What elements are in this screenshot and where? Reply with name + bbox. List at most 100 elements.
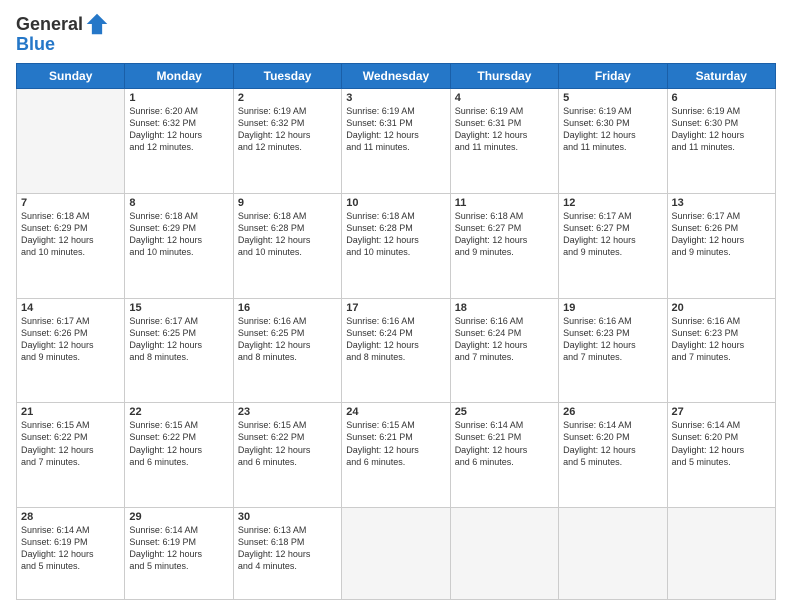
calendar-cell: 9Sunrise: 6:18 AM Sunset: 6:28 PM Daylig…	[233, 193, 341, 298]
day-info: Sunrise: 6:18 AM Sunset: 6:28 PM Dayligh…	[238, 210, 337, 259]
day-info: Sunrise: 6:16 AM Sunset: 6:24 PM Dayligh…	[455, 315, 554, 364]
day-number: 27	[672, 406, 771, 418]
calendar-cell: 4Sunrise: 6:19 AM Sunset: 6:31 PM Daylig…	[450, 89, 558, 194]
day-info: Sunrise: 6:16 AM Sunset: 6:24 PM Dayligh…	[346, 315, 445, 364]
logo-general: General	[16, 14, 83, 35]
day-info: Sunrise: 6:15 AM Sunset: 6:22 PM Dayligh…	[238, 419, 337, 468]
calendar-cell: 10Sunrise: 6:18 AM Sunset: 6:28 PM Dayli…	[342, 193, 450, 298]
day-number: 9	[238, 197, 337, 209]
day-number: 11	[455, 197, 554, 209]
day-number: 26	[563, 406, 662, 418]
weekday-header-sunday: Sunday	[17, 64, 125, 89]
calendar-cell: 21Sunrise: 6:15 AM Sunset: 6:22 PM Dayli…	[17, 403, 125, 508]
calendar-cell: 29Sunrise: 6:14 AM Sunset: 6:19 PM Dayli…	[125, 508, 233, 600]
calendar-table: SundayMondayTuesdayWednesdayThursdayFrid…	[16, 63, 776, 600]
week-row-1: 1Sunrise: 6:20 AM Sunset: 6:32 PM Daylig…	[17, 89, 776, 194]
calendar-cell: 8Sunrise: 6:18 AM Sunset: 6:29 PM Daylig…	[125, 193, 233, 298]
logo-icon	[85, 12, 109, 36]
calendar-cell: 23Sunrise: 6:15 AM Sunset: 6:22 PM Dayli…	[233, 403, 341, 508]
day-info: Sunrise: 6:16 AM Sunset: 6:23 PM Dayligh…	[672, 315, 771, 364]
day-number: 30	[238, 511, 337, 523]
day-info: Sunrise: 6:17 AM Sunset: 6:26 PM Dayligh…	[21, 315, 120, 364]
day-info: Sunrise: 6:16 AM Sunset: 6:25 PM Dayligh…	[238, 315, 337, 364]
day-number: 14	[21, 302, 120, 314]
day-info: Sunrise: 6:15 AM Sunset: 6:22 PM Dayligh…	[21, 419, 120, 468]
day-number: 16	[238, 302, 337, 314]
logo: General Blue	[16, 12, 109, 55]
calendar-cell: 22Sunrise: 6:15 AM Sunset: 6:22 PM Dayli…	[125, 403, 233, 508]
calendar-cell: 24Sunrise: 6:15 AM Sunset: 6:21 PM Dayli…	[342, 403, 450, 508]
day-number: 28	[21, 511, 120, 523]
day-number: 8	[129, 197, 228, 209]
day-number: 18	[455, 302, 554, 314]
day-info: Sunrise: 6:14 AM Sunset: 6:19 PM Dayligh…	[129, 524, 228, 573]
day-info: Sunrise: 6:14 AM Sunset: 6:19 PM Dayligh…	[21, 524, 120, 573]
day-number: 5	[563, 92, 662, 104]
logo-blue: Blue	[16, 34, 109, 55]
day-info: Sunrise: 6:19 AM Sunset: 6:31 PM Dayligh…	[346, 105, 445, 154]
week-row-4: 21Sunrise: 6:15 AM Sunset: 6:22 PM Dayli…	[17, 403, 776, 508]
calendar-cell: 27Sunrise: 6:14 AM Sunset: 6:20 PM Dayli…	[667, 403, 775, 508]
calendar-cell: 25Sunrise: 6:14 AM Sunset: 6:21 PM Dayli…	[450, 403, 558, 508]
day-number: 24	[346, 406, 445, 418]
weekday-header-row: SundayMondayTuesdayWednesdayThursdayFrid…	[17, 64, 776, 89]
calendar-cell: 11Sunrise: 6:18 AM Sunset: 6:27 PM Dayli…	[450, 193, 558, 298]
day-number: 6	[672, 92, 771, 104]
calendar-cell	[17, 89, 125, 194]
day-info: Sunrise: 6:15 AM Sunset: 6:22 PM Dayligh…	[129, 419, 228, 468]
weekday-header-saturday: Saturday	[667, 64, 775, 89]
day-info: Sunrise: 6:18 AM Sunset: 6:28 PM Dayligh…	[346, 210, 445, 259]
calendar-cell: 20Sunrise: 6:16 AM Sunset: 6:23 PM Dayli…	[667, 298, 775, 403]
day-info: Sunrise: 6:19 AM Sunset: 6:32 PM Dayligh…	[238, 105, 337, 154]
calendar-cell: 3Sunrise: 6:19 AM Sunset: 6:31 PM Daylig…	[342, 89, 450, 194]
day-number: 2	[238, 92, 337, 104]
weekday-header-monday: Monday	[125, 64, 233, 89]
calendar-cell: 18Sunrise: 6:16 AM Sunset: 6:24 PM Dayli…	[450, 298, 558, 403]
day-number: 4	[455, 92, 554, 104]
day-number: 13	[672, 197, 771, 209]
calendar-cell: 7Sunrise: 6:18 AM Sunset: 6:29 PM Daylig…	[17, 193, 125, 298]
day-info: Sunrise: 6:17 AM Sunset: 6:26 PM Dayligh…	[672, 210, 771, 259]
calendar-cell: 13Sunrise: 6:17 AM Sunset: 6:26 PM Dayli…	[667, 193, 775, 298]
calendar-cell: 1Sunrise: 6:20 AM Sunset: 6:32 PM Daylig…	[125, 89, 233, 194]
calendar-cell	[450, 508, 558, 600]
day-info: Sunrise: 6:13 AM Sunset: 6:18 PM Dayligh…	[238, 524, 337, 573]
week-row-2: 7Sunrise: 6:18 AM Sunset: 6:29 PM Daylig…	[17, 193, 776, 298]
calendar-cell: 2Sunrise: 6:19 AM Sunset: 6:32 PM Daylig…	[233, 89, 341, 194]
day-info: Sunrise: 6:15 AM Sunset: 6:21 PM Dayligh…	[346, 419, 445, 468]
week-row-5: 28Sunrise: 6:14 AM Sunset: 6:19 PM Dayli…	[17, 508, 776, 600]
weekday-header-wednesday: Wednesday	[342, 64, 450, 89]
calendar-cell: 12Sunrise: 6:17 AM Sunset: 6:27 PM Dayli…	[559, 193, 667, 298]
day-number: 29	[129, 511, 228, 523]
day-info: Sunrise: 6:17 AM Sunset: 6:27 PM Dayligh…	[563, 210, 662, 259]
calendar-cell: 14Sunrise: 6:17 AM Sunset: 6:26 PM Dayli…	[17, 298, 125, 403]
day-info: Sunrise: 6:14 AM Sunset: 6:20 PM Dayligh…	[672, 419, 771, 468]
day-number: 22	[129, 406, 228, 418]
calendar-cell: 5Sunrise: 6:19 AM Sunset: 6:30 PM Daylig…	[559, 89, 667, 194]
weekday-header-thursday: Thursday	[450, 64, 558, 89]
day-info: Sunrise: 6:20 AM Sunset: 6:32 PM Dayligh…	[129, 105, 228, 154]
day-info: Sunrise: 6:16 AM Sunset: 6:23 PM Dayligh…	[563, 315, 662, 364]
day-info: Sunrise: 6:19 AM Sunset: 6:30 PM Dayligh…	[563, 105, 662, 154]
calendar-cell: 19Sunrise: 6:16 AM Sunset: 6:23 PM Dayli…	[559, 298, 667, 403]
calendar-cell: 17Sunrise: 6:16 AM Sunset: 6:24 PM Dayli…	[342, 298, 450, 403]
day-number: 17	[346, 302, 445, 314]
day-number: 23	[238, 406, 337, 418]
calendar-cell	[342, 508, 450, 600]
day-number: 19	[563, 302, 662, 314]
day-info: Sunrise: 6:14 AM Sunset: 6:20 PM Dayligh…	[563, 419, 662, 468]
calendar-cell: 16Sunrise: 6:16 AM Sunset: 6:25 PM Dayli…	[233, 298, 341, 403]
calendar-cell: 6Sunrise: 6:19 AM Sunset: 6:30 PM Daylig…	[667, 89, 775, 194]
day-number: 10	[346, 197, 445, 209]
calendar-cell	[667, 508, 775, 600]
day-number: 20	[672, 302, 771, 314]
calendar-cell: 28Sunrise: 6:14 AM Sunset: 6:19 PM Dayli…	[17, 508, 125, 600]
day-info: Sunrise: 6:19 AM Sunset: 6:30 PM Dayligh…	[672, 105, 771, 154]
weekday-header-tuesday: Tuesday	[233, 64, 341, 89]
day-info: Sunrise: 6:19 AM Sunset: 6:31 PM Dayligh…	[455, 105, 554, 154]
day-number: 1	[129, 92, 228, 104]
day-number: 7	[21, 197, 120, 209]
page: General Blue SundayMondayTuesdayWednesda…	[0, 0, 792, 612]
day-info: Sunrise: 6:18 AM Sunset: 6:29 PM Dayligh…	[21, 210, 120, 259]
header: General Blue	[16, 12, 776, 55]
